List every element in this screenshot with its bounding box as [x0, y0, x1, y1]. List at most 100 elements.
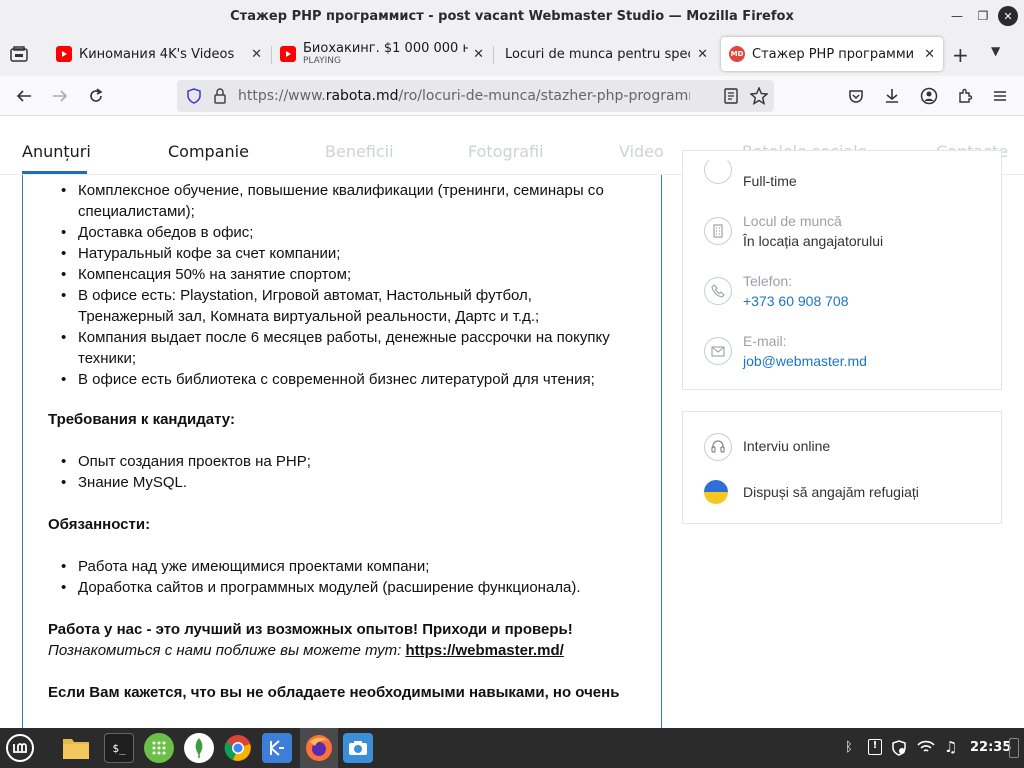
website-link[interactable]: https://webmaster.md/: [405, 642, 563, 659]
list-all-tabs-icon[interactable]: ▼: [991, 44, 1000, 58]
requirements-list: Опыт создания проектов на PHP; Знание My…: [48, 451, 623, 493]
close-tab-icon[interactable]: ✕: [924, 47, 935, 62]
list-item: В офисе есть библиотека с современной би…: [61, 369, 623, 390]
clock[interactable]: 22:35: [970, 740, 1011, 755]
email-icon: [704, 337, 732, 365]
url-bar[interactable]: https://www.rabota.md/ro/locuri-de-munca…: [177, 80, 774, 112]
tab-label: Биохакинг. $1 000 000 на п: [303, 42, 468, 56]
close-tab-icon[interactable]: ✕: [251, 47, 262, 62]
list-item: Доставка обедов в офис;: [61, 222, 623, 243]
show-desktop-icon[interactable]: [1009, 738, 1019, 758]
closing-text: Если Вам кажется, что вы не обладаете не…: [48, 684, 620, 701]
kde-connect-icon[interactable]: [262, 733, 292, 763]
navigation-bar: https://www.rabota.md/ro/locuri-de-munca…: [0, 76, 1024, 116]
url-text[interactable]: https://www.rabota.md/ro/locuri-de-munca…: [238, 88, 690, 104]
tab-label: Киномания 4K's Videos: [79, 46, 235, 62]
duties-list: Работа над уже имеющимися проектами комп…: [48, 556, 623, 598]
ukraine-flag-icon: [704, 480, 728, 504]
minimize-icon[interactable]: —: [946, 6, 968, 26]
youtube-icon: [280, 46, 296, 62]
firefox-view-icon[interactable]: [8, 43, 30, 65]
md-icon: MD: [729, 46, 745, 62]
tab-stazher[interactable]: MD Стажер PHP программист ✕: [721, 37, 943, 71]
features-card: Interviu online Dispuși să angajăm refug…: [682, 411, 1002, 524]
tab-locuri[interactable]: Locuri de munca pentru special ✕: [494, 37, 716, 71]
music-icon[interactable]: ♫: [944, 738, 957, 756]
bluetooth-icon[interactable]: ᛒ: [845, 740, 853, 755]
cta-text: Работа у нас - это лучший из возможных о…: [48, 621, 573, 638]
close-window-icon[interactable]: ✕: [998, 6, 1018, 26]
bookmark-star-icon[interactable]: [749, 86, 769, 109]
screenshot-icon[interactable]: [343, 733, 373, 763]
window-title: Стажер PHP программист - post vacant Web…: [230, 8, 794, 24]
folder-icon[interactable]: [61, 733, 91, 763]
nav-anunturi[interactable]: Anunțuri: [22, 142, 91, 161]
nav-fotografii[interactable]: Fotografii: [468, 142, 544, 161]
nav-video[interactable]: Video: [619, 142, 664, 161]
list-item: Комплексное обучение, повышение квалифик…: [61, 180, 623, 222]
close-tab-icon[interactable]: ✕: [697, 47, 708, 62]
list-item: Натуральный кофе за счет компании;: [61, 243, 623, 264]
tracking-shield-icon[interactable]: [186, 88, 202, 108]
mongodb-icon[interactable]: [184, 733, 214, 763]
email-link[interactable]: job@webmaster.md: [743, 353, 867, 369]
reader-view-icon[interactable]: [723, 88, 739, 108]
pocket-icon[interactable]: [844, 84, 868, 108]
window-titlebar: Стажер PHP программист - post vacant Web…: [0, 0, 1024, 32]
downloads-icon[interactable]: [880, 84, 904, 108]
close-tab-icon[interactable]: ✕: [473, 47, 484, 62]
back-icon[interactable]: [12, 84, 36, 108]
youtube-icon: [56, 46, 72, 62]
mint-menu-icon[interactable]: [5, 733, 35, 763]
list-item: Работа над уже имеющимися проектами комп…: [61, 556, 623, 577]
taskbar: $_ ᛒ ! ♫ 22:35: [0, 728, 1024, 768]
tab-bar: Киномания 4K's Videos ✕ Биохакинг. $1 00…: [0, 32, 1024, 76]
firefox-icon[interactable]: [304, 733, 334, 763]
email-label: E-mail:: [743, 333, 787, 349]
schedule-icon: [704, 156, 732, 184]
account-icon[interactable]: [917, 84, 941, 108]
job-description: Комплексное обучение, повышение квалифик…: [22, 175, 662, 728]
phone-icon: [704, 277, 732, 305]
menu-icon[interactable]: [988, 84, 1012, 108]
phone-link[interactable]: +373 60 908 708: [743, 293, 849, 309]
tab-kinomania[interactable]: Киномания 4K's Videos ✕: [48, 37, 270, 71]
duties-heading: Обязанности:: [48, 516, 151, 533]
list-item: Компенсация 50% на занятие спортом;: [61, 264, 623, 285]
list-item: В офисе есть: Playstation, Игровой автом…: [61, 285, 623, 327]
app-grid-icon[interactable]: [144, 733, 174, 763]
headset-icon: [704, 433, 732, 461]
building-icon: [704, 217, 732, 245]
chrome-icon[interactable]: [223, 733, 253, 763]
benefits-list: Комплексное обучение, повышение квалифик…: [48, 180, 623, 390]
wifi-icon[interactable]: [917, 740, 935, 758]
list-item: Знание MySQL.: [61, 472, 623, 493]
nav-companie[interactable]: Companie: [168, 142, 249, 161]
workplace-label: Locul de muncă: [743, 213, 842, 229]
list-item: Опыт создания проектов на PHP;: [61, 451, 623, 472]
extensions-icon[interactable]: [953, 84, 977, 108]
tab-label: Locuri de munca pentru special: [505, 46, 690, 62]
tab-label: Стажер PHP программист: [752, 46, 914, 62]
active-nav-underline: [22, 171, 87, 174]
schedule-value: Full-time: [743, 173, 797, 189]
workplace-value: În locația angajatorului: [743, 233, 884, 249]
reload-icon[interactable]: [84, 84, 108, 108]
new-tab-icon[interactable]: +: [952, 43, 969, 67]
list-item: Компания выдает после 6 месяцев работы, …: [61, 327, 623, 369]
lock-icon[interactable]: [213, 88, 227, 108]
job-info-card: Full-time Locul de muncă În locația anga…: [682, 150, 1002, 390]
list-item: Доработка сайтов и программных модулей (…: [61, 577, 623, 598]
refugees-text: Dispuși să angajăm refugiați: [743, 484, 919, 500]
tab-biohacking[interactable]: Биохакинг. $1 000 000 на пPLAYING ✕: [272, 37, 492, 71]
update-shield-icon[interactable]: [891, 740, 907, 760]
tab-playing-label: PLAYING: [303, 56, 341, 66]
maximize-icon[interactable]: ❐: [972, 6, 994, 26]
terminal-icon[interactable]: $_: [104, 733, 134, 763]
requirements-heading: Требования к кандидату:: [48, 411, 235, 428]
interview-online-text: Interviu online: [743, 438, 831, 454]
clipboard-icon[interactable]: !: [868, 739, 882, 755]
forward-icon[interactable]: [48, 84, 72, 108]
phone-label: Telefon:: [743, 273, 793, 289]
nav-beneficii[interactable]: Beneficii: [325, 142, 394, 161]
